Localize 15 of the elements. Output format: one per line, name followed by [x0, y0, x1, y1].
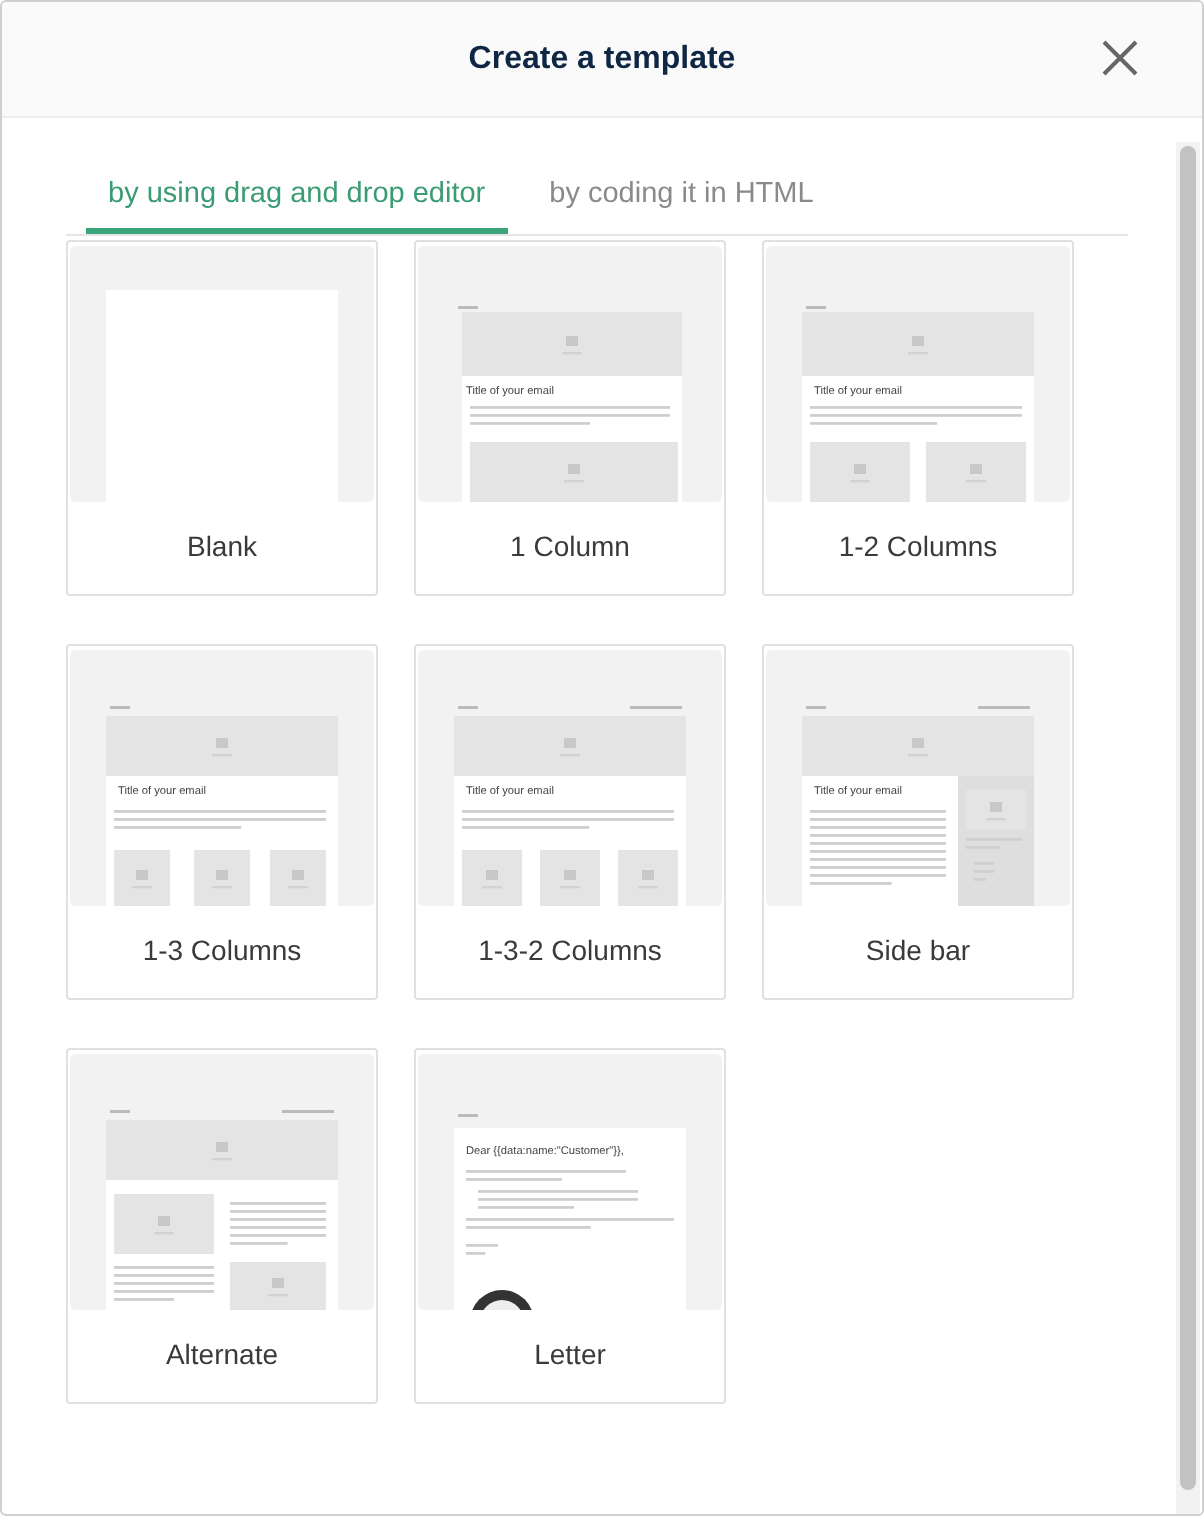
close-button[interactable]: [1102, 40, 1138, 76]
template-name: Letter: [534, 1338, 606, 1370]
scrollbar[interactable]: [1176, 142, 1200, 1514]
template-name: 1-2 Columns: [838, 530, 998, 562]
template-name: Side bar: [865, 934, 971, 966]
template-card[interactable]: Alternate: [66, 1048, 378, 1404]
template-name: Blank: [186, 530, 258, 562]
close-icon: [1102, 40, 1138, 76]
template-name: 1 Column: [510, 530, 630, 562]
dialog-title: Create a template: [468, 41, 736, 77]
template-name: 1-3 Columns: [142, 934, 302, 966]
template-name: Alternate: [165, 1338, 279, 1370]
scrollbar-thumb[interactable]: [1180, 146, 1196, 1490]
template-name: 1-3-2 Columns: [478, 934, 662, 966]
template-card[interactable]: Blank: [66, 240, 378, 596]
